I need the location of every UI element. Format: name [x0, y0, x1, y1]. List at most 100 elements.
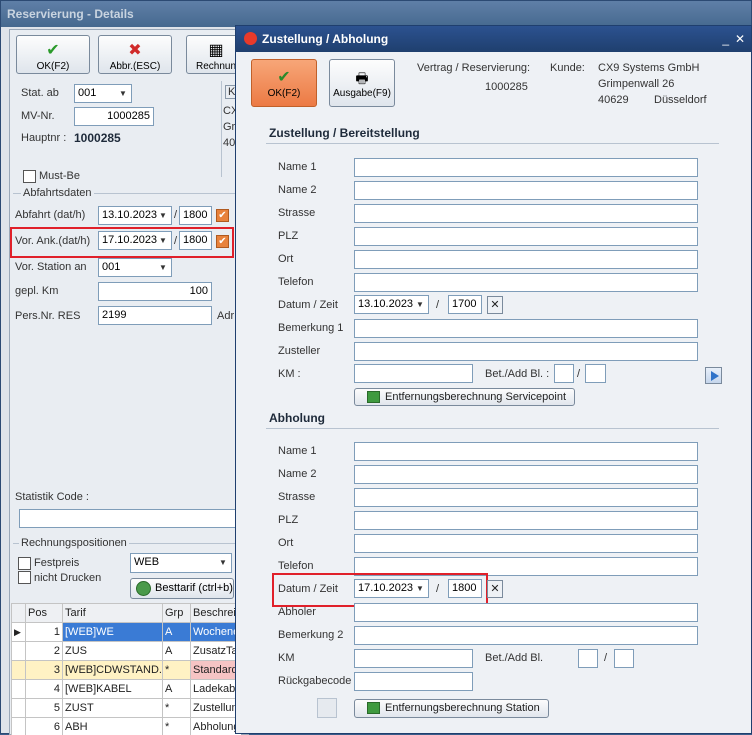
minimize-icon[interactable]: _ — [722, 26, 729, 52]
z-telefon-field[interactable] — [354, 273, 698, 292]
abfahrt-date-select[interactable]: 13.10.2023▼ — [98, 206, 172, 225]
table-row[interactable]: 2 ZUS A ZusatzTa — [12, 642, 242, 661]
z-zeit-field[interactable]: 1700 — [448, 295, 482, 314]
vor-ank-date-select[interactable]: 17.10.2023▼ — [98, 231, 172, 250]
a-strasse-field[interactable] — [354, 488, 698, 507]
app-logo-icon — [244, 32, 257, 45]
checkmark-icon: ✔ — [17, 41, 89, 61]
vor-station-label: Vor. Station an — [15, 261, 87, 273]
table-header-row: Pos Tarif Grp Beschrei — [12, 604, 242, 623]
z-telefon-label: Telefon — [278, 276, 313, 288]
besttarif-button[interactable]: Besttarif (ctrl+b) — [130, 578, 234, 599]
z-km-field[interactable] — [354, 364, 473, 383]
mv-nr-field[interactable]: 1000285 — [74, 107, 154, 126]
close-icon[interactable]: ✕ — [735, 26, 745, 52]
z-plz-field[interactable] — [354, 227, 698, 246]
z-zusteller-field[interactable] — [354, 342, 698, 361]
row-marker — [12, 699, 26, 718]
nicht-drucken-label: nicht Drucken — [34, 572, 101, 584]
z-name1-label: Name 1 — [278, 161, 317, 173]
entfernung-station-button[interactable]: Entfernungsberechnung Station — [354, 699, 549, 718]
statistik-field[interactable] — [19, 509, 237, 528]
vertrag-value: 1000285 — [485, 81, 528, 93]
z-play-button[interactable] — [705, 367, 722, 384]
a-addbl-field[interactable] — [614, 649, 634, 668]
table-cell: 1 — [26, 623, 63, 642]
pers-nr-field[interactable]: 2199 — [98, 306, 212, 325]
kunde-street: Grimpenwall 26 — [598, 78, 674, 90]
z-addbl-field[interactable] — [585, 364, 606, 383]
table-row[interactable]: 5 ZUST * Zustellun — [12, 699, 242, 718]
stat-ab-label: Stat. ab — [21, 87, 59, 99]
z-ort-field[interactable] — [354, 250, 698, 269]
a-name1-field[interactable] — [354, 442, 698, 461]
gepl-km-field[interactable]: 100 — [98, 282, 212, 301]
z-plz-label: PLZ — [278, 230, 298, 242]
a-abholer-field[interactable] — [354, 603, 698, 622]
abfahrt-time-field[interactable]: 1800 — [179, 206, 212, 225]
z-clear-date-button[interactable]: ✕ — [487, 296, 503, 314]
vor-station-select[interactable]: 001▼ — [98, 258, 172, 277]
a-bemerkung-field[interactable] — [354, 626, 698, 645]
z-datum-label: Datum / Zeit — [278, 299, 338, 311]
a-clear-date-button[interactable]: ✕ — [487, 580, 503, 598]
z-name1-field[interactable] — [354, 158, 698, 177]
must-be-label: Must-Be — [39, 170, 80, 182]
zustellung-heading: Zustellung / Bereitstellung — [269, 126, 420, 140]
chevron-down-icon: ▼ — [115, 85, 131, 102]
a-ort-field[interactable] — [354, 534, 698, 553]
a-km-field[interactable] — [354, 649, 473, 668]
a-plz-field[interactable] — [354, 511, 698, 530]
table-header[interactable]: Grp — [163, 604, 191, 623]
gepl-km-label: gepl. Km — [15, 285, 58, 297]
stat-ab-select[interactable]: 001▼ — [74, 84, 132, 103]
row-marker — [12, 680, 26, 699]
kunde-city: Düsseldorf — [654, 94, 707, 106]
vor-ank-time-field[interactable]: 1800 — [179, 231, 212, 250]
z-name2-field[interactable] — [354, 181, 698, 200]
table-cell: 3 — [26, 661, 63, 680]
must-be-checkbox[interactable] — [23, 170, 36, 183]
abfahrt-confirm-checkbox[interactable]: ✔ — [216, 209, 229, 222]
checkmark-icon: ✔ — [252, 68, 316, 88]
hauptnr-value: 1000285 — [74, 131, 121, 145]
abfahrt-label: Abfahrt (dat/h) — [15, 209, 85, 221]
reservation-title: Reservierung - Details — [7, 7, 134, 21]
table-row[interactable]: 3 [WEB]CDWSTAND. * Standard — [12, 661, 242, 680]
chevron-down-icon: ▼ — [155, 207, 171, 224]
nicht-drucken-checkbox[interactable] — [18, 571, 31, 584]
tarif-group-select[interactable]: WEB▼ — [130, 553, 232, 573]
vor-ank-confirm-checkbox[interactable]: ✔ — [216, 235, 229, 248]
table-row[interactable]: 4 [WEB]KABEL A Ladekab — [12, 680, 242, 699]
a-bet-field[interactable] — [578, 649, 598, 668]
print-button[interactable]: 🖶 Ausgabe(F9) — [329, 59, 395, 107]
cross-icon: ✖ — [99, 41, 171, 61]
z-bemerkung-field[interactable] — [354, 319, 698, 338]
table-header[interactable]: Pos — [26, 604, 63, 623]
dialog-ok-button[interactable]: ✔ OK(F2) — [251, 59, 317, 107]
table-cell: Ladekab — [191, 680, 242, 699]
a-rueckgabe-field[interactable] — [354, 672, 473, 691]
a-name2-field[interactable] — [354, 465, 698, 484]
table-cell: 2 — [26, 642, 63, 661]
z-bet-field[interactable] — [554, 364, 574, 383]
z-ort-label: Ort — [278, 253, 293, 265]
z-strasse-label: Strasse — [278, 207, 315, 219]
table-row[interactable]: 6 ABH * Abholung — [12, 718, 242, 735]
ok-button-bg[interactable]: ✔ OK(F2) — [16, 35, 90, 74]
table-header[interactable]: Beschrei — [191, 604, 242, 623]
z-bet-label: Bet./Add Bl. : — [485, 368, 549, 380]
z-strasse-field[interactable] — [354, 204, 698, 223]
entfernung-servicepoint-button[interactable]: Entfernungsberechnung Servicepoint — [354, 388, 575, 406]
row-marker — [12, 718, 26, 735]
kunde-name: CX9 Systems GmbH — [598, 62, 699, 74]
festpreis-checkbox[interactable] — [18, 557, 31, 570]
printer-icon: 🖶 — [330, 68, 394, 88]
z-datum-select[interactable]: 13.10.2023▼ — [354, 295, 429, 314]
table-row[interactable]: ▶ 1 [WEB]WE A Wochene — [12, 623, 242, 642]
statistik-label: Statistik Code : — [15, 491, 89, 503]
a-datum-select[interactable]: 17.10.2023▼ — [354, 579, 429, 598]
a-zeit-field[interactable]: 1800 — [448, 579, 482, 598]
cancel-button-bg[interactable]: ✖ Abbr.(ESC) — [98, 35, 172, 74]
table-header[interactable]: Tarif — [63, 604, 163, 623]
